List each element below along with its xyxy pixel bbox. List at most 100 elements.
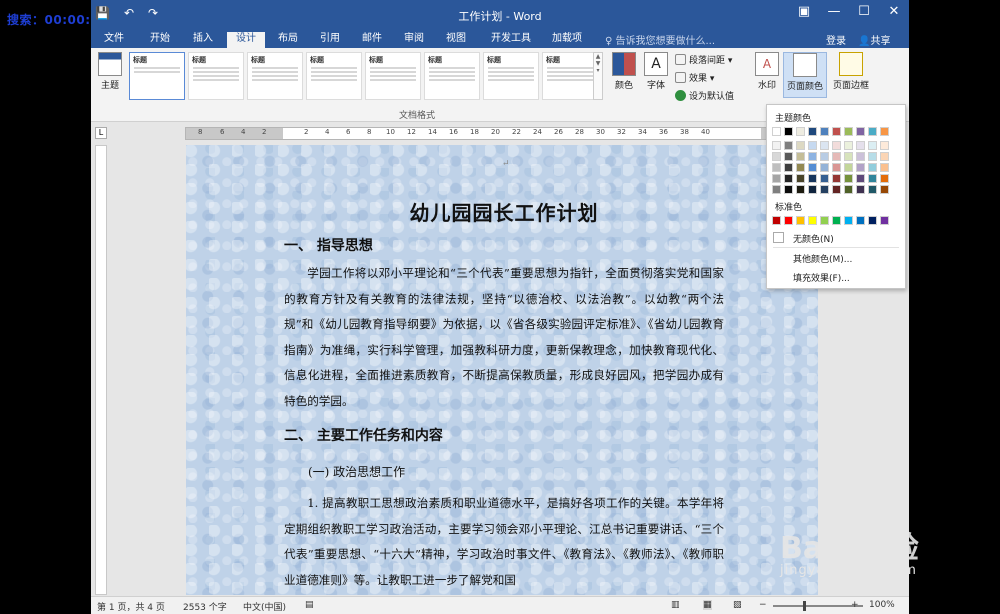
color-swatch[interactable] bbox=[820, 174, 829, 183]
color-swatch[interactable] bbox=[772, 127, 781, 136]
color-swatch[interactable] bbox=[784, 163, 793, 172]
color-swatch[interactable] bbox=[808, 127, 817, 136]
tab-review[interactable]: 审阅 bbox=[397, 32, 431, 48]
color-swatch[interactable] bbox=[808, 141, 817, 150]
color-swatch[interactable] bbox=[820, 163, 829, 172]
color-swatch[interactable] bbox=[844, 174, 853, 183]
gallery-scroll[interactable]: ▲ ▼ ▾ bbox=[593, 52, 603, 100]
tab-insert[interactable]: 插入 bbox=[186, 32, 220, 48]
read-mode-icon[interactable]: ▥ bbox=[671, 600, 680, 610]
color-swatch[interactable] bbox=[784, 127, 793, 136]
zoom-out-icon[interactable]: − bbox=[759, 600, 767, 610]
color-swatch[interactable] bbox=[868, 174, 877, 183]
color-swatch[interactable] bbox=[808, 216, 817, 225]
color-swatch[interactable] bbox=[856, 174, 865, 183]
color-swatch[interactable] bbox=[832, 216, 841, 225]
color-swatch[interactable] bbox=[880, 185, 889, 194]
style-thumb[interactable]: 标题 bbox=[483, 52, 539, 100]
color-swatch[interactable] bbox=[880, 141, 889, 150]
more-colors-option[interactable]: 其他颜色(M)... bbox=[793, 252, 852, 265]
color-swatch[interactable] bbox=[820, 216, 829, 225]
page-color-button[interactable]: 页面颜色 bbox=[783, 52, 827, 98]
color-swatch[interactable] bbox=[832, 185, 841, 194]
style-thumb[interactable]: 标题 bbox=[188, 52, 244, 100]
tab-addins[interactable]: 加载项 bbox=[545, 32, 589, 48]
color-swatch[interactable] bbox=[844, 163, 853, 172]
color-swatch[interactable] bbox=[868, 185, 877, 194]
colors-button[interactable]: 颜色 bbox=[609, 52, 639, 91]
color-swatch[interactable] bbox=[868, 216, 877, 225]
color-swatch[interactable] bbox=[784, 174, 793, 183]
style-thumb[interactable]: 标题 bbox=[247, 52, 303, 100]
color-swatch[interactable] bbox=[856, 163, 865, 172]
color-swatch[interactable] bbox=[796, 216, 805, 225]
zoom-in-icon[interactable]: + bbox=[851, 600, 859, 610]
zoom-level[interactable]: 100% bbox=[869, 600, 895, 610]
color-swatch[interactable] bbox=[796, 127, 805, 136]
themes-button[interactable]: 主题 bbox=[95, 52, 125, 91]
color-swatch[interactable] bbox=[844, 127, 853, 136]
document-page[interactable]: ↵ 幼儿园园长工作计划 一、 指导思想 学园工作将以邓小平理论和“三个代表”重要… bbox=[186, 145, 818, 595]
color-swatch[interactable] bbox=[856, 185, 865, 194]
color-swatch[interactable] bbox=[880, 174, 889, 183]
color-swatch[interactable] bbox=[832, 163, 841, 172]
web-layout-icon[interactable]: ▧ bbox=[733, 600, 742, 610]
color-swatch[interactable] bbox=[880, 163, 889, 172]
color-swatch[interactable] bbox=[784, 152, 793, 161]
color-swatch[interactable] bbox=[772, 163, 781, 172]
color-swatch[interactable] bbox=[784, 185, 793, 194]
color-swatch[interactable] bbox=[868, 163, 877, 172]
color-swatch[interactable] bbox=[784, 216, 793, 225]
color-swatch[interactable] bbox=[880, 152, 889, 161]
fill-effects-option[interactable]: 填充效果(F)... bbox=[793, 271, 850, 284]
style-thumb[interactable]: 标题 bbox=[365, 52, 421, 100]
color-swatch[interactable] bbox=[820, 185, 829, 194]
color-swatch[interactable] bbox=[880, 216, 889, 225]
tab-selector[interactable]: L bbox=[95, 127, 107, 139]
paragraph-spacing-button[interactable]: 段落间距 ▾ bbox=[675, 52, 734, 70]
ribbon-display-icon[interactable]: ▣ bbox=[789, 4, 819, 19]
color-swatch[interactable] bbox=[856, 141, 865, 150]
page-borders-button[interactable]: 页面边框 bbox=[829, 52, 873, 91]
color-swatch[interactable] bbox=[808, 163, 817, 172]
vertical-ruler[interactable] bbox=[95, 145, 107, 595]
tell-me-search[interactable]: ♀ 告诉我您想要做什么... bbox=[605, 32, 715, 47]
tab-view[interactable]: 视图 bbox=[439, 32, 473, 48]
share-button[interactable]: 👤共享 bbox=[858, 32, 890, 47]
zoom-slider[interactable] bbox=[773, 605, 863, 607]
language[interactable]: 中文(中国) bbox=[243, 600, 286, 613]
color-swatch[interactable] bbox=[796, 185, 805, 194]
macro-icon[interactable]: ▤ bbox=[305, 600, 314, 610]
color-swatch[interactable] bbox=[820, 141, 829, 150]
color-swatch[interactable] bbox=[856, 216, 865, 225]
tab-file[interactable]: 文件 bbox=[97, 32, 131, 48]
tab-design[interactable]: 设计 bbox=[227, 32, 265, 48]
tab-mailings[interactable]: 邮件 bbox=[355, 32, 389, 48]
print-layout-icon[interactable]: ▦ bbox=[703, 600, 712, 610]
color-swatch[interactable] bbox=[868, 141, 877, 150]
style-thumb[interactable]: 标题 bbox=[424, 52, 480, 100]
color-swatch[interactable] bbox=[796, 141, 805, 150]
color-swatch[interactable] bbox=[796, 152, 805, 161]
word-count[interactable]: 2553 个字 bbox=[183, 600, 227, 613]
page-count[interactable]: 第 1 页，共 4 页 bbox=[97, 600, 165, 613]
color-swatch[interactable] bbox=[832, 141, 841, 150]
color-swatch[interactable] bbox=[868, 152, 877, 161]
color-swatch[interactable] bbox=[844, 185, 853, 194]
color-swatch[interactable] bbox=[844, 141, 853, 150]
color-swatch[interactable] bbox=[880, 127, 889, 136]
zoom-slider-thumb[interactable] bbox=[803, 601, 806, 611]
close-icon[interactable]: ✕ bbox=[879, 4, 909, 19]
color-swatch[interactable] bbox=[844, 152, 853, 161]
horizontal-ruler[interactable]: 8 6 4 2 2 4 6 8 10 12 14 16 18 20 22 24 … bbox=[185, 127, 817, 140]
minimize-icon[interactable]: — bbox=[819, 4, 849, 19]
color-swatch[interactable] bbox=[808, 174, 817, 183]
style-thumb[interactable]: 标题 bbox=[306, 52, 362, 100]
tab-layout[interactable]: 布局 bbox=[271, 32, 305, 48]
watermark-button[interactable]: A 水印 bbox=[753, 52, 781, 91]
color-swatch[interactable] bbox=[868, 127, 877, 136]
effects-button[interactable]: 效果 ▾ bbox=[675, 70, 734, 88]
color-swatch[interactable] bbox=[772, 152, 781, 161]
maximize-icon[interactable]: ☐ bbox=[849, 4, 879, 19]
sign-in-link[interactable]: 登录 bbox=[826, 32, 846, 47]
